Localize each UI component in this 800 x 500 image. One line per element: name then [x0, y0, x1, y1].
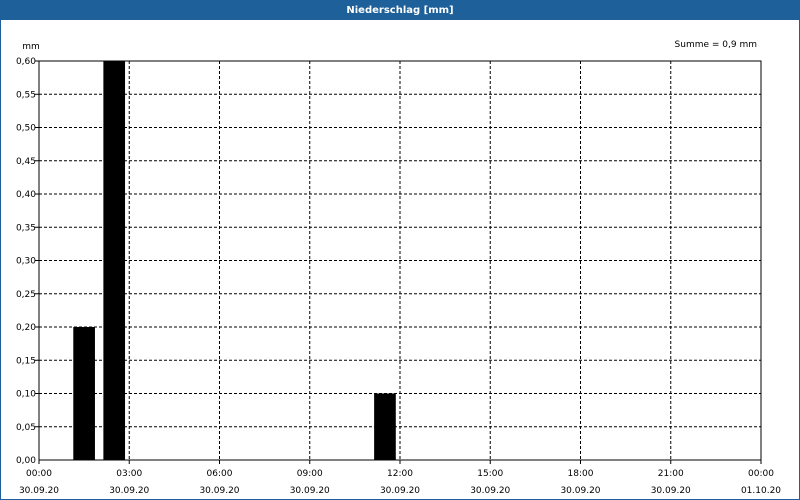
- y-tick-label: 0,45: [16, 157, 36, 167]
- x-tick-date-label: 30.09.20: [560, 486, 600, 496]
- x-tick-date-label: 30.09.20: [380, 486, 420, 496]
- x-tick-date-label: 30.09.20: [651, 486, 691, 496]
- x-tick-time-label: 00:00: [26, 469, 52, 479]
- x-tick-time-label: 09:00: [297, 469, 323, 479]
- chart-title: Niederschlag [mm]: [1, 1, 799, 20]
- x-tick-time-label: 00:00: [748, 469, 774, 479]
- precipitation-chart: 0,00 0,05 0,10 0,15 0,20 0,25 0,30 0,35 0,40 0,45…: [16, 40, 781, 496]
- y-tick-label: 0,50: [16, 124, 36, 134]
- label-layer: 0,00 0,05 0,10 0,15 0,20 0,25 0,30 0,35 0,40 0,45…: [16, 57, 781, 496]
- x-tick-date-label: 30.09.20: [290, 486, 330, 496]
- grid-layer: [35, 60, 762, 464]
- precipitation-bar: [374, 393, 396, 460]
- x-tick-date-label: 01.10.20: [741, 486, 781, 496]
- y-tick-label: 0,25: [16, 290, 36, 300]
- x-tick-time-label: 21:00: [658, 469, 684, 479]
- x-tick-time-label: 18:00: [568, 469, 594, 479]
- x-tick-time-label: 03:00: [116, 469, 142, 479]
- y-tick-label: 0,10: [16, 390, 36, 400]
- chart-window: Niederschlag [mm] 0,00 0,05 0,10 0,15 0,20 0,…: [0, 0, 800, 500]
- y-tick-label: 0,60: [16, 57, 36, 67]
- y-tick-label: 0,35: [16, 223, 36, 233]
- y-tick-label: 0,55: [16, 90, 36, 100]
- sum-label: Summe = 0,9 mm: [675, 40, 757, 50]
- x-tick-date-label: 30.09.20: [109, 486, 149, 496]
- x-tick-time-label: 06:00: [207, 469, 233, 479]
- y-tick-label: 0,20: [16, 323, 36, 333]
- precipitation-bar: [73, 327, 95, 460]
- y-axis-unit: mm: [22, 42, 40, 52]
- precipitation-bar: [103, 61, 126, 460]
- y-tick-label: 0,40: [16, 190, 36, 200]
- x-tick-time-label: 15:00: [477, 469, 503, 479]
- x-tick-date-label: 30.09.20: [19, 486, 59, 496]
- x-tick-date-label: 30.09.20: [199, 486, 239, 496]
- x-tick-date-label: 30.09.20: [470, 486, 510, 496]
- y-tick-label: 0,05: [16, 423, 36, 433]
- y-tick-label: 0,00: [16, 456, 36, 466]
- y-tick-label: 0,30: [16, 257, 36, 267]
- x-tick-time-label: 12:00: [387, 469, 413, 479]
- y-tick-label: 0,15: [16, 356, 36, 366]
